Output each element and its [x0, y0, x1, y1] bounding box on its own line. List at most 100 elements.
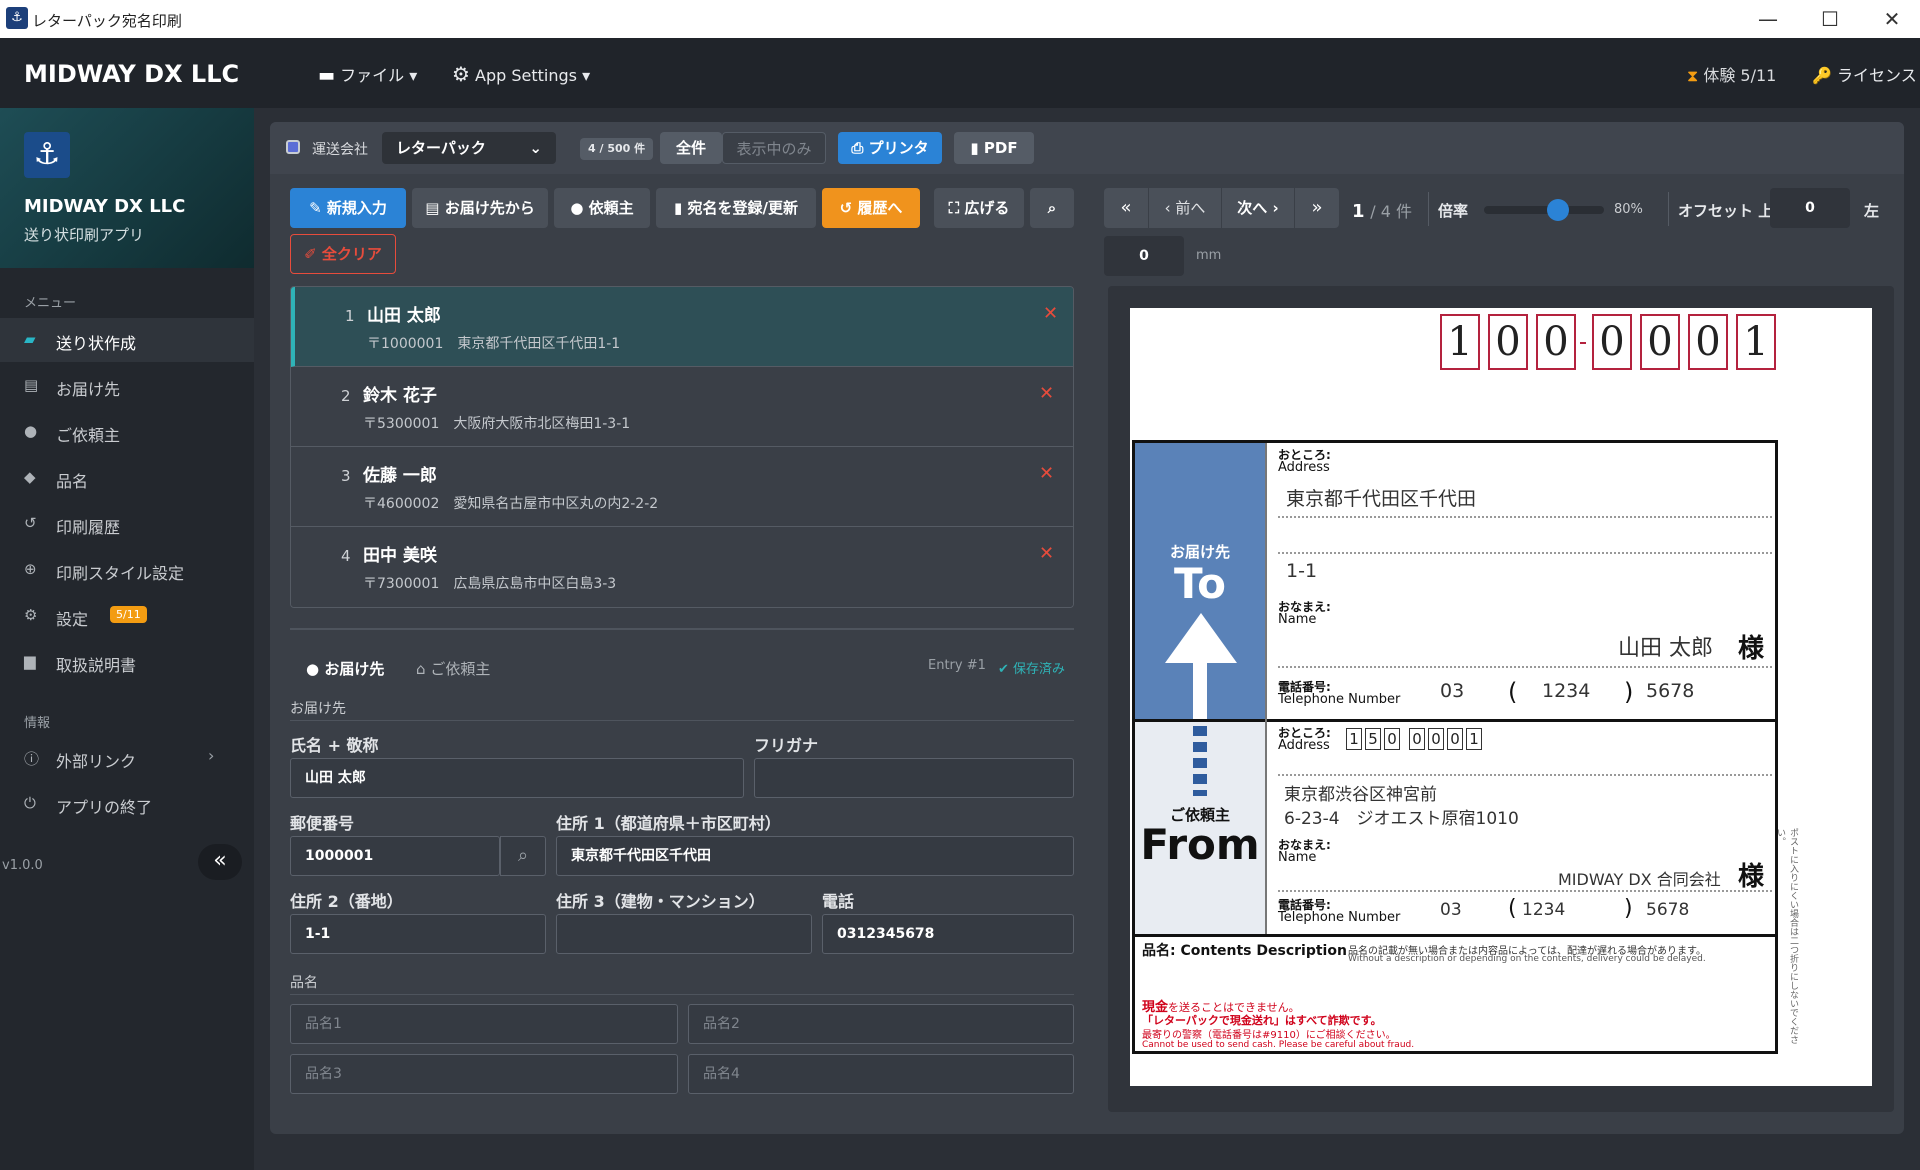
- printer-button[interactable]: ⎙ プリンタ: [838, 132, 942, 164]
- to-address-line2: 1-1: [1286, 560, 1318, 582]
- search-button[interactable]: ⌕: [1030, 188, 1074, 228]
- file-menu[interactable]: ▬ ファイル ▾: [318, 62, 417, 86]
- next-page-button[interactable]: 次へ ›: [1222, 188, 1294, 228]
- pdf-button[interactable]: ▮ PDF: [954, 132, 1034, 164]
- zoom-label: 倍率: [1438, 202, 1469, 220]
- delete-icon[interactable]: ✕: [1039, 383, 1054, 404]
- tab-requester[interactable]: ⌂ ご依頼主: [416, 658, 490, 679]
- main-content: 運送会社 レターパック ⌄ 4 / 500 件 全件 表示中のみ ⎙ プリンタ ▮…: [254, 108, 1920, 1170]
- sidebar-item-manual[interactable]: ▆ 取扱説明書: [0, 640, 254, 684]
- address1-label: 住所 1（都道府県＋市区町村）: [556, 814, 781, 833]
- sidebar-item-external-links[interactable]: ⓘ 外部リンク ›: [0, 736, 254, 780]
- zip-hyphen: [1580, 342, 1586, 344]
- minimize-button[interactable]: —: [1738, 4, 1798, 34]
- item2-input[interactable]: 品名2: [688, 1004, 1074, 1044]
- sidebar-header: ⚓ MIDWAY DX LLC 送り状印刷アプリ: [0, 108, 254, 268]
- list-item[interactable]: 1 山田 太郎 〒1000001 東京都千代田区千代田1-1 ✕: [291, 287, 1073, 367]
- key-icon: 🔑: [1812, 66, 1832, 85]
- item3-input[interactable]: 品名3: [290, 1054, 678, 1094]
- toolbar: 運送会社 レターパック ⌄ 4 / 500 件 全件 表示中のみ ⎙ プリンタ ▮…: [270, 122, 1904, 174]
- trial-indicator: ⧗ 体験 5/11: [1687, 66, 1777, 85]
- zip-search-button[interactable]: ⌕: [500, 836, 546, 876]
- item4-input[interactable]: 品名4: [688, 1054, 1074, 1094]
- register-address-button[interactable]: ▮ 宛名を登録/更新: [656, 188, 816, 228]
- item1-input[interactable]: 品名1: [290, 1004, 678, 1044]
- scope-shown-only-button[interactable]: 表示中のみ: [722, 132, 826, 164]
- double-chevron-left-icon: «: [213, 848, 227, 873]
- address3-input[interactable]: [556, 914, 812, 954]
- tel-input[interactable]: 0312345678: [822, 914, 1074, 954]
- gear-icon: ⚙: [24, 606, 38, 624]
- address-card-icon: ▤: [425, 199, 440, 217]
- offset-left-input[interactable]: 0: [1104, 236, 1184, 276]
- truck-icon: ▰: [24, 330, 36, 348]
- sidebar-item-requesters[interactable]: ● ご依頼主: [0, 410, 254, 454]
- tab-destination[interactable]: ● お届け先: [306, 658, 384, 679]
- chevron-right-icon: ›: [1272, 199, 1279, 217]
- search-icon: ⌕: [517, 845, 529, 866]
- book-icon: ▆: [24, 652, 36, 670]
- sidebar-item-print-style[interactable]: ⊕ 印刷スタイル設定: [0, 548, 254, 592]
- address2-input[interactable]: 1-1: [290, 914, 546, 954]
- print-preview: 1 0 0 0 0 0 1 お届け先 To ご依頼主 From おところ: Ad…: [1108, 286, 1894, 1112]
- folder-icon: ▬: [318, 65, 336, 86]
- list-item[interactable]: 3 佐藤 一郎 〒4600002 愛知県名古屋市中区丸の内2-2-2 ✕: [291, 447, 1073, 527]
- zip-input[interactable]: 1000001: [290, 836, 500, 876]
- license-button[interactable]: 🔑 ライセンス: [1812, 62, 1917, 86]
- divider: [290, 994, 1074, 995]
- company-name: MIDWAY DX LLC: [24, 196, 186, 217]
- sidebar-item-destinations[interactable]: ▤ お届け先: [0, 364, 254, 408]
- offset-top-input[interactable]: 0: [1770, 188, 1850, 228]
- list-item[interactable]: 4 田中 美咲 〒7300001 広島県広島市中区白島3-3 ✕: [291, 527, 1073, 607]
- name-input[interactable]: 山田 太郎: [290, 758, 744, 798]
- sidebar-item-items[interactable]: ◆ 品名: [0, 456, 254, 500]
- sidebar-item-settings[interactable]: ⚙ 設定 5/11: [0, 594, 254, 638]
- maximize-button[interactable]: ☐: [1800, 4, 1860, 34]
- main-panel: 運送会社 レターパック ⌄ 4 / 500 件 全件 表示中のみ ⎙ プリンタ ▮…: [270, 122, 1904, 1134]
- from-name: MIDWAY DX 合同会社: [1558, 870, 1721, 889]
- zip-digit: 0: [1640, 314, 1680, 370]
- history-button[interactable]: ↺ 履歴へ: [822, 188, 920, 228]
- last-page-button[interactable]: »: [1295, 188, 1339, 228]
- delete-icon[interactable]: ✕: [1039, 463, 1054, 484]
- carrier-label: 運送会社: [312, 142, 368, 158]
- sidebar-item-create[interactable]: ▰ 送り状作成: [0, 318, 254, 362]
- app-settings-menu[interactable]: ⚙ App Settings ▾: [452, 62, 590, 86]
- prev-page-button[interactable]: ‹ 前へ: [1149, 188, 1221, 228]
- app-name: 送り状印刷アプリ: [24, 226, 145, 244]
- search-icon: ⌕: [1047, 199, 1057, 217]
- items-label: 品名: [290, 975, 318, 991]
- entry-list: 1 山田 太郎 〒1000001 東京都千代田区千代田1-1 ✕ 2 鈴木 花子 〒530…: [290, 286, 1074, 608]
- anchor-icon: ⚓: [6, 7, 28, 29]
- edit-icon: ✎: [309, 199, 322, 217]
- collapse-sidebar-button[interactable]: «: [198, 844, 242, 880]
- kana-input[interactable]: [754, 758, 1074, 798]
- from-zip-digit: 0: [1428, 728, 1444, 750]
- first-page-button[interactable]: «: [1104, 188, 1148, 228]
- user-icon: ●: [570, 199, 584, 217]
- sidebar-item-history[interactable]: ↺ 印刷履歴: [0, 502, 254, 546]
- divider: [290, 628, 1074, 630]
- clear-all-button[interactable]: ✐ 全クリア: [290, 234, 396, 274]
- chevron-left-icon: ‹: [1164, 199, 1171, 217]
- offset-unit: mm: [1196, 248, 1222, 263]
- tags-icon: ◆: [24, 468, 36, 486]
- address1-input[interactable]: 東京都千代田区千代田: [556, 836, 1074, 876]
- chevron-down-icon: ⌄: [529, 139, 542, 157]
- list-item[interactable]: 2 鈴木 花子 〒5300001 大阪府大阪市北区梅田1-3-1 ✕: [291, 367, 1073, 447]
- requester-button[interactable]: ● 依頼主: [554, 188, 650, 228]
- new-entry-button[interactable]: ✎ 新規入力: [290, 188, 406, 228]
- delete-icon[interactable]: ✕: [1039, 543, 1054, 564]
- carrier-radio[interactable]: [286, 140, 300, 154]
- close-button[interactable]: ✕: [1862, 4, 1920, 34]
- zoom-slider-handle[interactable]: [1547, 199, 1570, 221]
- from-destination-button[interactable]: ▤ お届け先から: [412, 188, 548, 228]
- carrier-select[interactable]: レターパック ⌄: [382, 132, 556, 164]
- expand-button[interactable]: ⛶ 広げる: [934, 188, 1024, 228]
- delete-icon[interactable]: ✕: [1043, 303, 1058, 324]
- scope-all-button[interactable]: 全件: [660, 132, 722, 164]
- hourglass-icon: ⧗: [1687, 66, 1699, 85]
- sidebar-item-quit[interactable]: ⏻ アプリの終了: [0, 782, 254, 826]
- power-icon: ⏻: [24, 794, 36, 812]
- zoom-slider[interactable]: [1484, 206, 1604, 214]
